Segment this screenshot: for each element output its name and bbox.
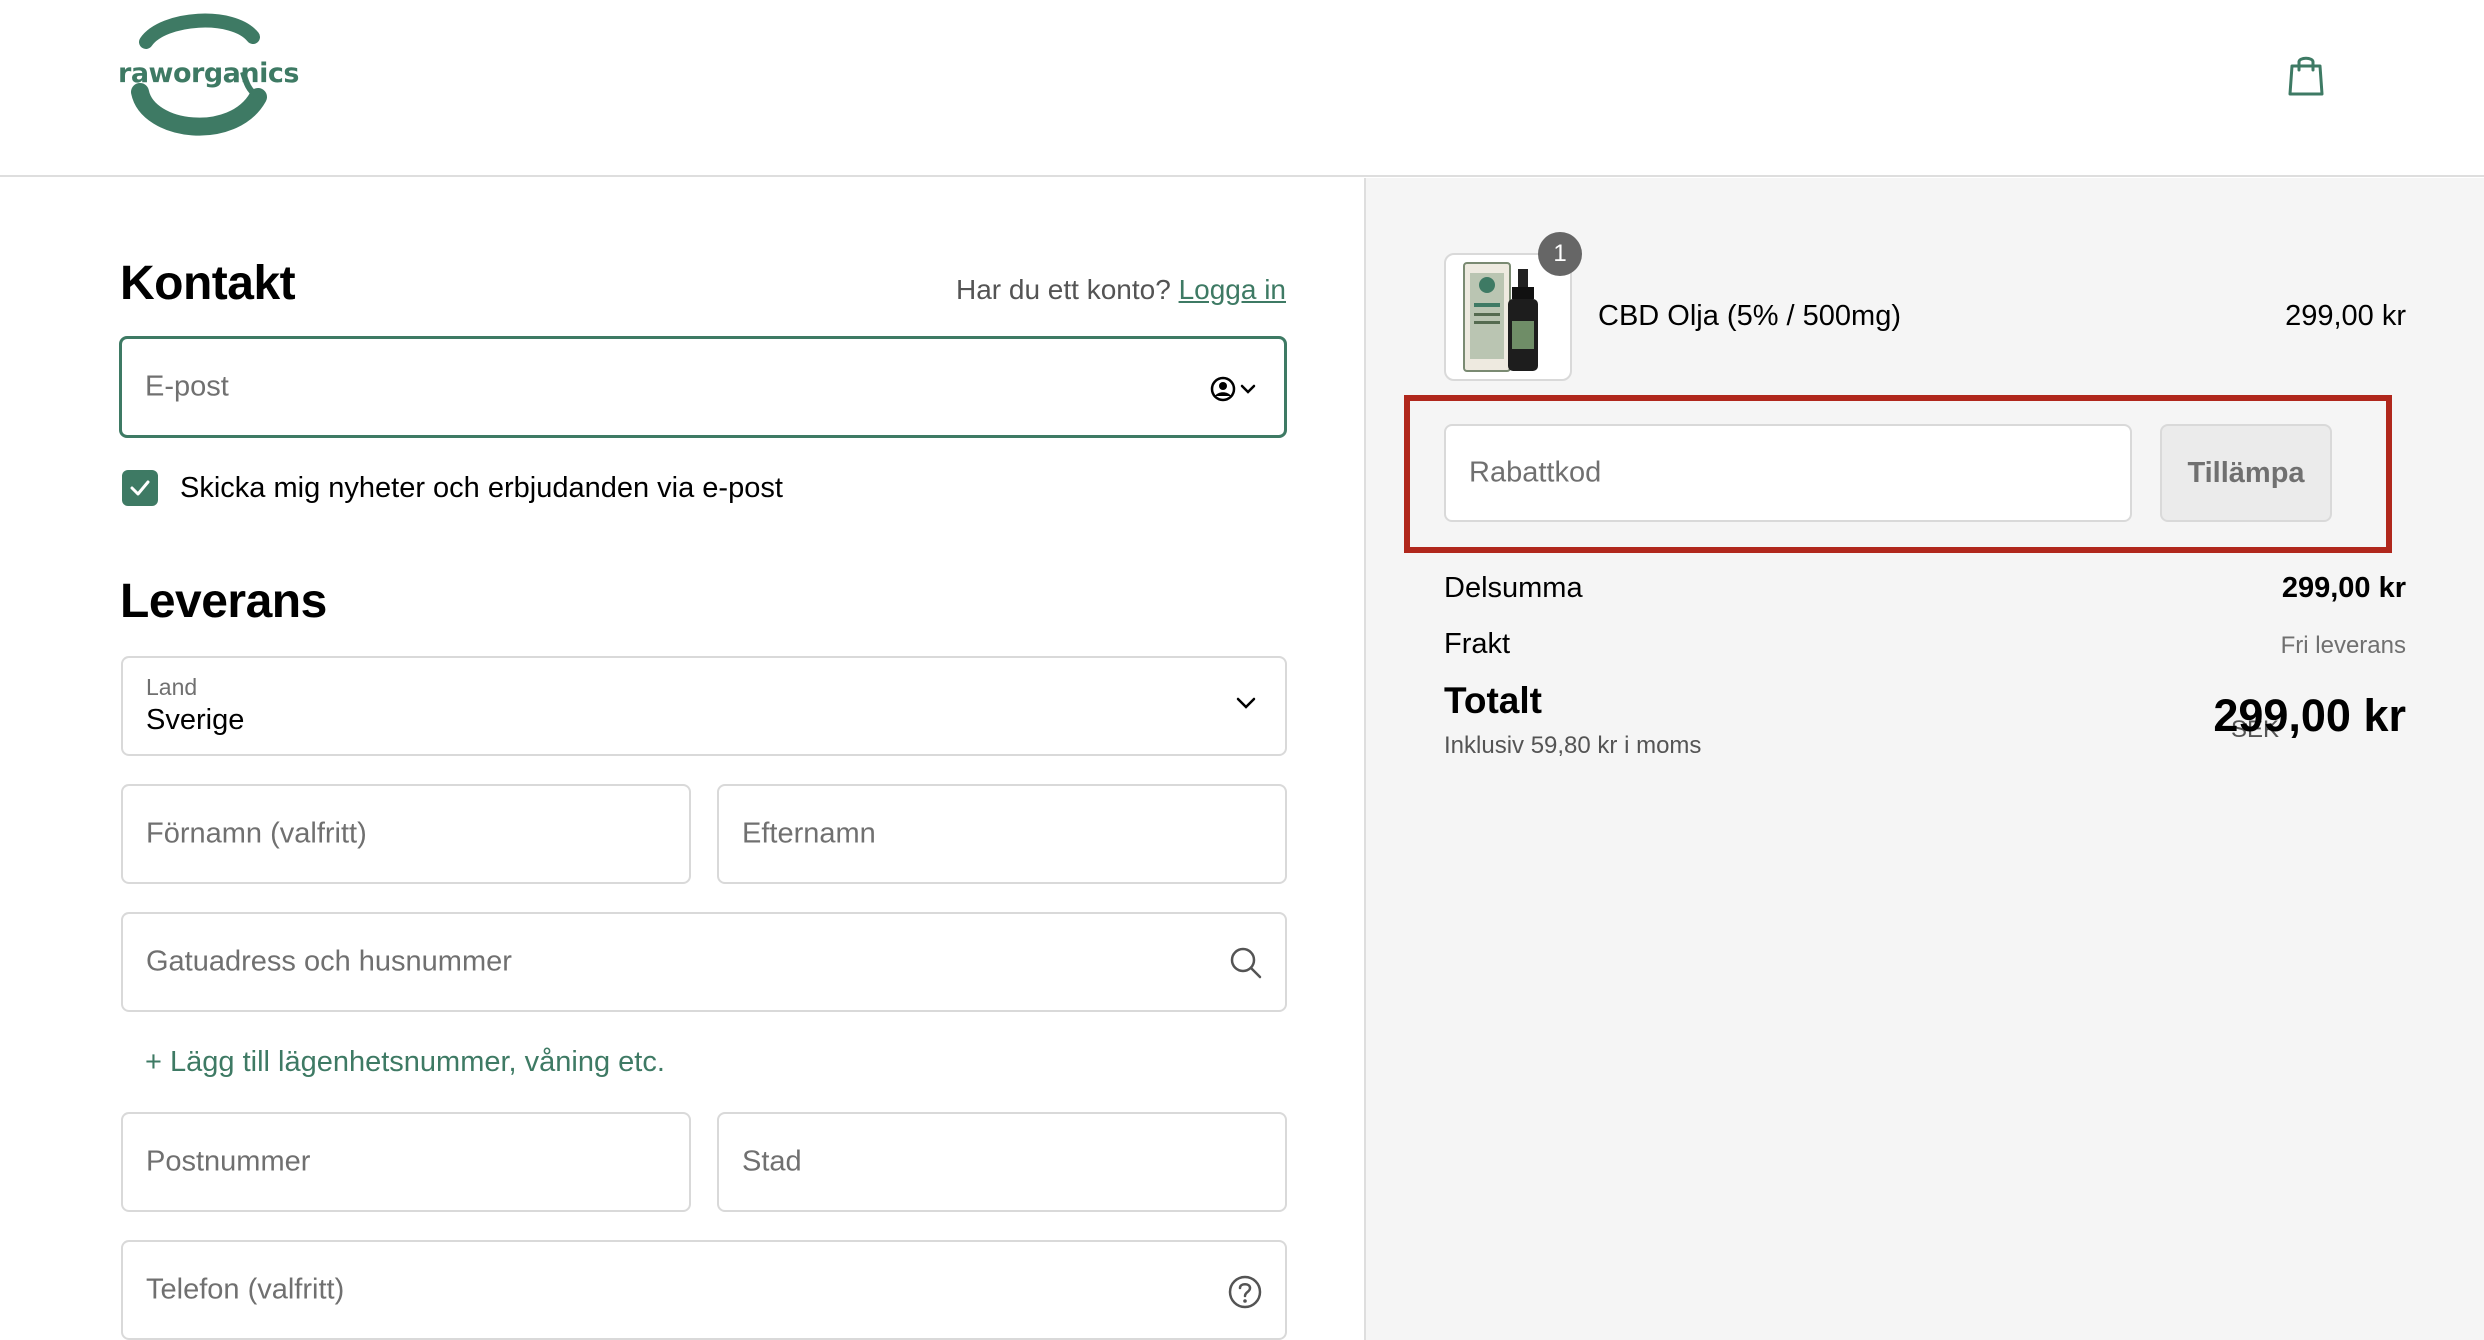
search-icon (1230, 947, 1262, 979)
postal-code-placeholder: Postnummer (146, 1145, 311, 1178)
quantity-badge: 1 (1538, 232, 1582, 276)
apply-discount-button[interactable]: Tillämpa (2160, 424, 2332, 522)
have-account-text: Har du ett konto? (955, 274, 1171, 305)
shipping-value: Fri leverans (2280, 632, 2406, 659)
phone-placeholder: Telefon (valfritt) (146, 1273, 345, 1306)
login-prompt: Har du ett konto? Logga in (956, 274, 1286, 306)
country-label: Land (146, 674, 198, 700)
total-value: 299,00 kr (2213, 690, 2406, 741)
add-apartment-link[interactable]: + Lägg till lägenhetsnummer, våning etc. (145, 1046, 665, 1079)
last-name-placeholder: Efternamn (742, 817, 876, 850)
newsletter-checkbox[interactable] (122, 470, 158, 506)
order-summary: 1 CBD Olja (5% / 500mg) 299,00 kr Rabatt… (1364, 178, 2484, 1340)
postal-code-field[interactable]: Postnummer (121, 1112, 691, 1212)
discount-code-placeholder: Rabattkod (1469, 456, 1602, 489)
account-chevron-icon[interactable] (1210, 375, 1258, 403)
checkout-form: Kontakt Har du ett konto? Logga in E-pos… (0, 178, 1364, 1340)
checkmark-icon (130, 480, 150, 496)
newsletter-row[interactable]: Skicka mig nyheter och erbjudanden via e… (122, 468, 783, 508)
email-field[interactable]: E-post (119, 336, 1287, 438)
header: raworganics (0, 0, 2484, 177)
city-field[interactable]: Stad (717, 1112, 1287, 1212)
subtotal-label: Delsumma (1444, 572, 1583, 604)
country-value: Sverige (146, 704, 245, 736)
email-placeholder: E-post (145, 370, 229, 403)
delivery-heading: Leverans (120, 575, 327, 628)
last-name-field[interactable]: Efternamn (717, 784, 1287, 884)
shopping-bag-icon[interactable] (2286, 52, 2326, 98)
login-link[interactable]: Logga in (1179, 274, 1286, 305)
newsletter-label: Skicka mig nyheter och erbjudanden via e… (180, 471, 783, 504)
address-placeholder: Gatuadress och husnummer (146, 945, 512, 978)
tax-note: Inklusiv 59,80 kr i moms (1444, 732, 1702, 759)
address-field[interactable]: Gatuadress och husnummer (121, 912, 1287, 1012)
logo-text: raworganics (118, 58, 299, 89)
chevron-down-icon (1236, 697, 1256, 709)
country-select[interactable]: Land Sverige (121, 656, 1287, 756)
product-name: CBD Olja (5% / 500mg) (1598, 300, 1901, 332)
product-price: 299,00 kr (2285, 300, 2406, 332)
raworganics-logo[interactable]: raworganics (118, 12, 299, 137)
city-placeholder: Stad (742, 1145, 802, 1178)
subtotal-value: 299,00 kr (2281, 572, 2406, 604)
first-name-field[interactable]: Förnamn (valfritt) (121, 784, 691, 884)
phone-field[interactable]: Telefon (valfritt) (121, 1240, 1287, 1340)
help-icon[interactable] (1227, 1274, 1263, 1310)
first-name-placeholder: Förnamn (valfritt) (146, 817, 367, 850)
discount-code-input[interactable]: Rabattkod (1444, 424, 2132, 522)
shipping-label: Frakt (1444, 628, 1511, 660)
contact-heading: Kontakt (120, 257, 296, 310)
total-label: Totalt (1444, 680, 1542, 721)
